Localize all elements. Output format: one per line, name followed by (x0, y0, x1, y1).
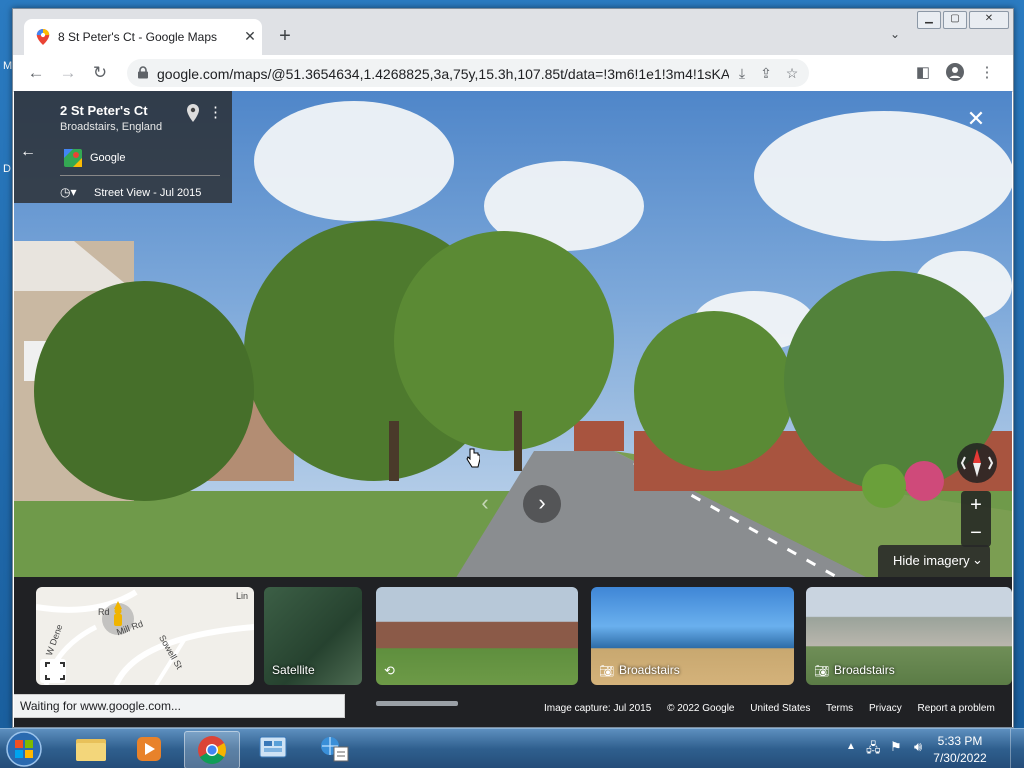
place-name: 2 St Peter's Ct (60, 103, 148, 118)
new-tab-button[interactable]: + (273, 25, 297, 49)
location-pin-icon[interactable] (186, 104, 200, 122)
location-info-panel: ← 2 St Peter's Ct Broadstairs, England ⋮… (14, 91, 232, 203)
forward-button[interactable]: → (56, 61, 80, 85)
street-view-thumbnail-card[interactable]: ⟲ (376, 587, 578, 685)
map-road-label: Rd (98, 607, 110, 617)
satellite-label: Satellite (272, 663, 315, 677)
image-capture-date: Image capture: Jul 2015 (544, 703, 652, 714)
lock-icon (138, 66, 148, 79)
satellite-card[interactable]: Satellite (264, 587, 362, 685)
tab-search-chevron-icon[interactable]: ⌄ (885, 27, 905, 47)
desktop-icon-fragment: M (3, 60, 13, 72)
compass-icon[interactable] (957, 443, 997, 483)
browser-toolbar: ← → ↻ google.com/maps/@51.3654634,1.4268… (13, 55, 1013, 92)
chrome-menu-icon[interactable]: ⋮ (977, 63, 997, 83)
taskbar-control-panel[interactable] (246, 731, 300, 767)
taskbar-media-player[interactable] (122, 731, 176, 767)
volume-icon[interactable]: 🔊︎ (914, 739, 922, 755)
action-center-flag-icon[interactable]: ⚑ (890, 739, 902, 755)
url-text[interactable]: google.com/maps/@51.3654634,1.4268825,3a… (157, 66, 729, 82)
minimize-button[interactable]: ▁ (917, 11, 941, 29)
tab-strip: 8 St Peter's Ct - Google Maps ✕ + ⌄ ▁ ▢ … (13, 9, 1013, 55)
bookmark-star-icon[interactable]: ☆ (783, 64, 801, 82)
taskbar-chrome[interactable] (184, 731, 240, 768)
hide-imagery-label: Hide imagery (893, 553, 970, 568)
globe-checklist-icon (321, 737, 349, 762)
back-button[interactable]: ← (24, 61, 48, 85)
zoom-in-button[interactable]: + (961, 491, 991, 519)
camera-icon: 📷︎ (599, 664, 615, 678)
clock-time[interactable]: 5:33 PM (930, 734, 990, 748)
zoom-out-button[interactable]: − (961, 519, 991, 547)
photo-card-broadstairs-2[interactable]: Broadstairs 📷︎ (806, 587, 1012, 685)
photo-card-label: Broadstairs (834, 663, 895, 677)
nav-arrow-left-icon[interactable]: ‹ (466, 485, 504, 523)
tab-close-icon[interactable]: ✕ (240, 26, 260, 46)
control-panel-icon (259, 736, 287, 758)
copyright-text: © 2022 Google (667, 703, 735, 714)
privacy-link[interactable]: Privacy (869, 703, 902, 714)
browser-window: 8 St Peter's Ct - Google Maps ✕ + ⌄ ▁ ▢ … (12, 8, 1014, 735)
profile-avatar-icon[interactable] (945, 63, 965, 83)
terms-link[interactable]: Terms (826, 703, 853, 714)
status-text: Waiting for www.google.com... (20, 699, 181, 713)
tab-google-maps[interactable]: 8 St Peter's Ct - Google Maps ✕ (24, 19, 262, 55)
more-options-icon[interactable]: ⋮ (208, 103, 223, 123)
taskbar-file-explorer[interactable] (64, 731, 118, 767)
close-street-view-icon[interactable]: ✕ (964, 107, 988, 131)
windows-taskbar: ▲ 🖧︎ ⚑ 🔊︎ 5:33 PM 7/30/2022 (0, 728, 1024, 768)
clock-date[interactable]: 7/30/2022 (930, 751, 990, 765)
reload-button[interactable]: ↻ (88, 61, 112, 85)
desktop-icon-fragment: D (3, 163, 11, 175)
nav-arrow-forward-icon[interactable]: › (523, 485, 561, 523)
map-footer: Image capture: Jul 2015 © 2022 Google Un… (544, 703, 1008, 714)
map-road-label: Lin (236, 591, 249, 601)
street-view-viewport[interactable]: ← 2 St Peter's Ct Broadstairs, England ⋮… (14, 91, 1012, 727)
maximize-button[interactable]: ▢ (943, 11, 967, 29)
network-icon[interactable]: 🖧︎ (866, 739, 881, 761)
360-rotate-icon: ⟲ (384, 663, 395, 678)
minimap-card[interactable]: Mill Rd Sowell St W Dene Lin Rd (36, 587, 254, 685)
folder-icon (76, 739, 106, 761)
install-app-icon[interactable]: ⤓ (733, 64, 751, 82)
country-link[interactable]: United States (750, 703, 810, 714)
photo-card-broadstairs-1[interactable]: Broadstairs 📷︎ (591, 587, 794, 685)
imagery-date[interactable]: Street View - Jul 2015 (94, 187, 201, 199)
source-label[interactable]: Google (90, 152, 125, 164)
chrome-icon (198, 736, 226, 764)
imagery-scrollbar[interactable] (376, 701, 458, 706)
tab-title: 8 St Peter's Ct - Google Maps (58, 30, 218, 44)
photo-card-label: Broadstairs (619, 663, 680, 677)
window-close-button[interactable]: ✕ (969, 11, 1009, 29)
collapse-chevron-icon: ⌄ (972, 552, 983, 567)
media-player-icon (137, 737, 161, 761)
show-desktop-button[interactable] (1010, 729, 1024, 768)
history-clock-icon[interactable]: ◷▾ (60, 185, 78, 201)
taskbar-network-app[interactable] (308, 731, 362, 767)
camera-icon: 📷︎ (814, 664, 830, 678)
back-arrow-icon[interactable]: ← (20, 143, 40, 163)
show-hidden-icons-icon[interactable]: ▲ (846, 741, 856, 752)
google-maps-favicon-icon (36, 29, 50, 45)
panel-divider (60, 175, 220, 176)
side-panel-icon[interactable]: ◧ (913, 63, 933, 83)
share-icon[interactable]: ⇪ (757, 64, 775, 82)
start-button-windows-icon[interactable] (4, 730, 44, 768)
google-maps-logo-icon (64, 149, 82, 167)
report-problem-link[interactable]: Report a problem (918, 703, 995, 714)
hide-imagery-button[interactable]: Hide imagery ⌄ (878, 545, 990, 577)
place-subtitle: Broadstairs, England (60, 121, 163, 133)
address-bar[interactable]: google.com/maps/@51.3654634,1.4268825,3a… (127, 59, 809, 87)
status-bar: Waiting for www.google.com... (14, 694, 345, 718)
hand-cursor-icon (466, 448, 480, 468)
